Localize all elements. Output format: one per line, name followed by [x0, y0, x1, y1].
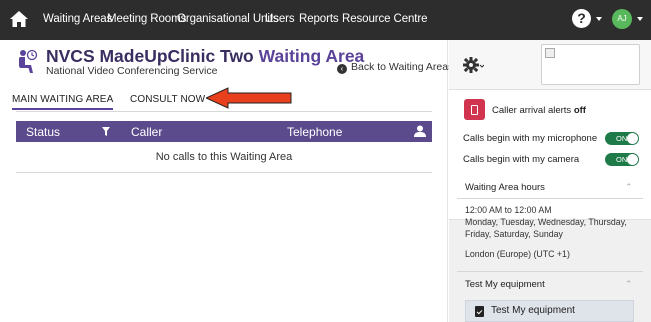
nav-organisational-units[interactable]: Organisational Units	[177, 13, 279, 25]
equipment-collapse-icon[interactable]: ⌃	[625, 279, 633, 290]
home-icon[interactable]	[9, 10, 29, 28]
tab-consult-now[interactable]: CONSULT NOW	[130, 94, 205, 105]
column-caller[interactable]: Caller	[131, 125, 162, 139]
tab-main-waiting-area[interactable]: MAIN WAITING AREA	[12, 94, 114, 110]
app-root: Waiting Areas Meeting Rooms Organisation…	[0, 0, 651, 322]
organisation-logo	[541, 44, 640, 85]
top-nav: Waiting Areas Meeting Rooms Organisation…	[0, 0, 651, 40]
main-panel: NVCS MadeUpClinic Two Waiting Area Natio…	[0, 40, 453, 322]
clinic-name: NVCS MadeUpClinic Two	[46, 46, 254, 66]
alert-phone-icon[interactable]	[464, 99, 485, 120]
hours-days: Monday, Tuesday, Wednesday, Thursday, Fr…	[465, 217, 627, 239]
toggle-knob	[627, 133, 638, 144]
hours-divider	[457, 198, 643, 199]
toggle-knob	[627, 154, 638, 165]
hours-section-title[interactable]: Waiting Area hours	[465, 182, 545, 193]
camera-toggle-label: ON	[616, 155, 628, 164]
microphone-toggle-label: ON	[616, 134, 628, 143]
help-caret-icon[interactable]	[596, 17, 602, 21]
user-avatar[interactable]: AJ	[612, 9, 632, 29]
person-icon[interactable]	[414, 125, 426, 138]
nav-resource-centre[interactable]: Resource Centre	[342, 13, 428, 25]
hours-timezone: London (Europe) (UTC +1)	[465, 249, 570, 259]
caller-arrival-alerts: Caller arrival alerts off	[492, 105, 586, 116]
empty-calls-message: No calls to this Waiting Area	[16, 142, 432, 173]
sidebar-top	[449, 40, 651, 90]
camera-label: Calls begin with my camera	[463, 154, 580, 165]
calls-table-header: Status Caller Telephone	[16, 121, 432, 142]
nav-reports[interactable]: Reports	[299, 13, 339, 25]
nav-waiting-areas[interactable]: Waiting Areas	[43, 13, 112, 25]
settings-sidebar: Caller arrival alerts off Calls begin wi…	[449, 40, 651, 322]
broken-image-icon	[545, 48, 555, 58]
equipment-section-title[interactable]: Test My equipment	[465, 279, 545, 290]
clipboard-icon	[475, 306, 484, 317]
hours-collapse-icon[interactable]: ⌃	[625, 182, 633, 193]
nav-users[interactable]: Users	[265, 13, 295, 25]
avatar-caret-icon[interactable]	[637, 17, 643, 21]
back-to-waiting-areas-link[interactable]: ‹ Back to Waiting Areas	[337, 61, 453, 74]
column-status[interactable]: Status	[26, 125, 60, 139]
gear-icon[interactable]	[462, 54, 484, 76]
call-settings-panel: Caller arrival alerts off Calls begin wi…	[449, 90, 651, 220]
microphone-toggle[interactable]: ON	[605, 132, 639, 145]
equipment-divider	[457, 271, 643, 272]
microphone-label: Calls begin with my microphone	[463, 133, 598, 144]
alerts-state: off	[573, 105, 586, 116]
waiting-area-icon	[19, 49, 38, 73]
help-icon[interactable]: ?	[572, 9, 591, 28]
nav-meeting-rooms[interactable]: Meeting Rooms	[107, 13, 186, 25]
page-title: NVCS MadeUpClinic Two Waiting Area	[46, 46, 364, 67]
test-equipment-label: Test My equipment	[491, 305, 575, 316]
column-telephone[interactable]: Telephone	[287, 125, 342, 139]
filter-icon[interactable]	[102, 127, 110, 136]
back-link-label: Back to Waiting Areas	[351, 61, 454, 73]
test-equipment-button[interactable]: Test My equipment	[465, 300, 634, 322]
page-subtitle: National Video Conferencing Service	[46, 65, 218, 77]
back-circle-icon: ‹	[337, 64, 347, 74]
alerts-label: Caller arrival alerts	[492, 105, 572, 116]
camera-toggle[interactable]: ON	[605, 153, 639, 166]
hours-time: 12:00 AM to 12:00 AM	[465, 205, 552, 215]
red-arrow-annotation	[206, 87, 292, 109]
